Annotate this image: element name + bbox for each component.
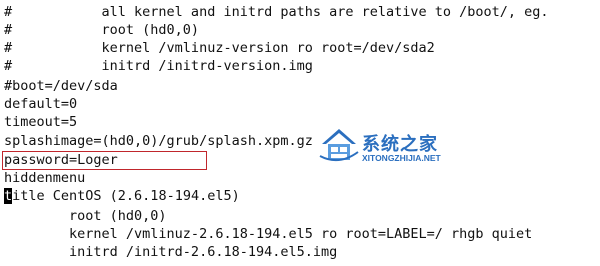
- title-line-text: itle CentOS (2.6.18-194.el5): [12, 188, 240, 204]
- config-line: # kernel /vmlinuz-version ro root=/dev/s…: [4, 40, 435, 56]
- password-highlight-box: [2, 151, 207, 170]
- site-watermark: 系统之家 XITONGZHIJIA.NET: [318, 118, 468, 170]
- config-line: root (hd0,0): [4, 208, 167, 224]
- config-line: # all kernel and initrd paths are relati…: [4, 4, 549, 20]
- config-line: # initrd /initrd-version.img: [4, 58, 313, 74]
- config-line: initrd /initrd-2.6.18-194.el5.img: [4, 244, 338, 260]
- terminal-editor[interactable]: # all kernel and initrd paths are relati…: [0, 0, 600, 266]
- house-logo-icon: [319, 129, 359, 162]
- config-line: # root (hd0,0): [4, 22, 200, 38]
- config-line: splashimage=(hd0,0)/grub/splash.xpm.gz: [4, 133, 313, 149]
- watermark-site-url: XITONGZHIJIA.NET: [362, 153, 441, 163]
- title-line: title CentOS (2.6.18-194.el5): [4, 187, 240, 205]
- config-line: #boot=/dev/sda: [4, 78, 118, 94]
- config-line: hiddenmenu: [4, 170, 86, 186]
- config-line: kernel /vmlinuz-2.6.18-194.el5 ro root=L…: [4, 226, 533, 242]
- config-line: timeout=5: [4, 114, 78, 130]
- text-cursor: t: [4, 188, 13, 204]
- config-line: default=0: [4, 96, 78, 112]
